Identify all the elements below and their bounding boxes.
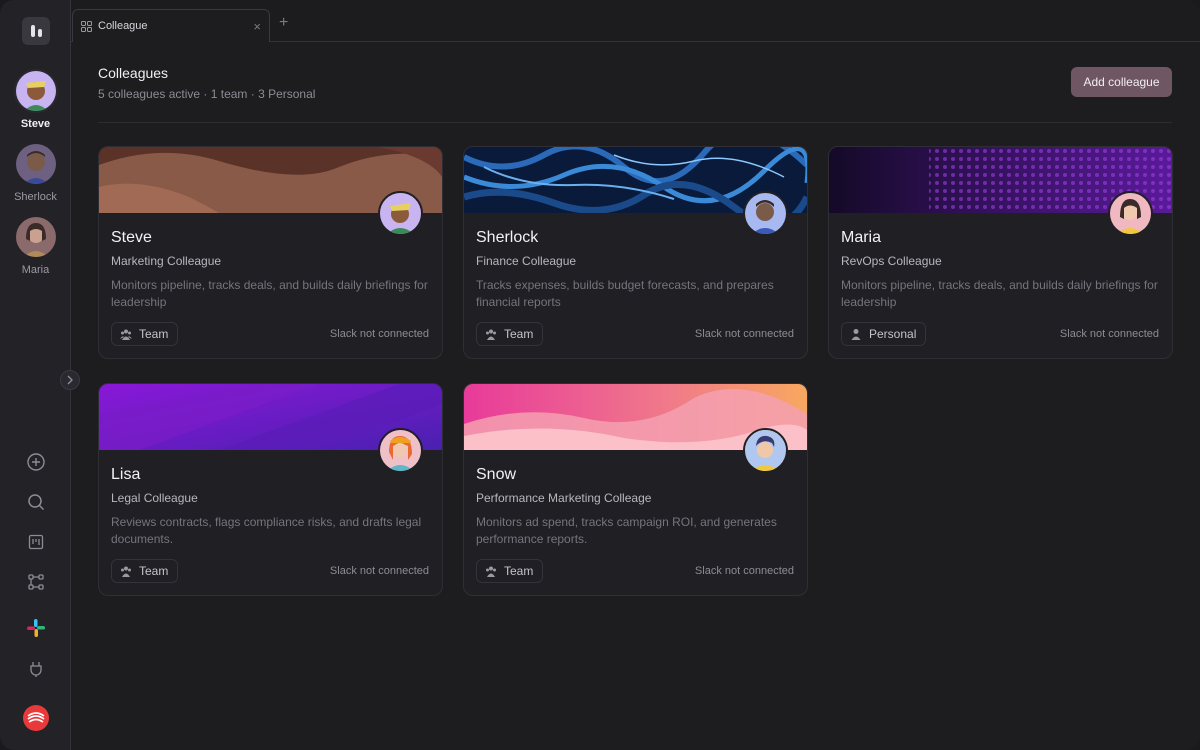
tab-label: Colleague (98, 20, 148, 32)
scope-badge: Personal (841, 322, 927, 346)
avatar (378, 428, 423, 473)
main-content: Colleagues 5 colleagues active · 1 team … (71, 43, 1200, 750)
person-icon (851, 329, 861, 340)
add-tab-button[interactable]: + (279, 14, 288, 32)
rail-agent-label: Sherlock (14, 191, 57, 203)
slack-status: Slack not connected (329, 565, 429, 577)
colleague-name: Sherlock (476, 229, 539, 246)
scope-badge: Team (476, 322, 544, 346)
scope-badge: Team (476, 559, 544, 583)
colleague-description: Monitors pipeline, tracks deals, and bui… (841, 278, 1158, 309)
team-icon (120, 329, 132, 340)
colleague-card-lisa[interactable]: Lisa Legal Colleague Reviews contracts, … (98, 383, 443, 596)
colleague-description: Monitors ad spend, tracks campaign ROI, … (476, 515, 777, 546)
board-icon[interactable] (24, 530, 48, 554)
workflow-icon[interactable] (24, 570, 48, 594)
add-colleague-button[interactable]: Add colleague (1071, 67, 1172, 97)
team-icon (486, 329, 496, 340)
avatar (378, 191, 423, 236)
colleague-description: Tracks expenses, builds budget forecasts… (476, 278, 774, 309)
rail-agent-steve[interactable]: Steve (0, 71, 71, 130)
colleague-name: Lisa (111, 466, 141, 483)
app-logo-icon[interactable] (22, 17, 50, 45)
slack-status: Slack not connected (694, 565, 794, 577)
divider (98, 122, 1172, 123)
colleague-card-maria[interactable]: Maria RevOps Colleague Monitors pipeline… (828, 146, 1173, 359)
tab-bar: Colleague × + (71, 0, 1200, 42)
badge-label: Personal (869, 327, 917, 341)
colleague-card-steve[interactable]: Steve Marketing Colleague Monitors pipel… (98, 146, 443, 359)
brand-logo-icon[interactable] (23, 705, 49, 731)
badge-label: Team (139, 564, 169, 578)
rail-agent-maria[interactable]: Maria (0, 217, 71, 276)
slack-status: Slack not connected (694, 328, 794, 340)
slack-status: Slack not connected (1059, 328, 1159, 340)
colleague-card-snow[interactable]: Snow Performance Marketing Colleage Moni… (463, 383, 808, 596)
avatar (743, 428, 788, 473)
colleague-role: Performance Marketing Colleage (476, 491, 652, 505)
rail-agent-sherlock[interactable]: Sherlock (0, 144, 71, 203)
avatar (1108, 191, 1153, 236)
rail-agent-label: Maria (21, 264, 50, 276)
colleague-role: RevOps Colleague (841, 254, 942, 268)
page-subtitle: 5 colleagues active · 1 team · 3 Persona… (98, 87, 316, 101)
avatar (15, 217, 56, 257)
team-icon (486, 566, 496, 577)
grid-icon (81, 20, 92, 32)
search-icon[interactable] (24, 490, 48, 514)
page-title: Colleagues (98, 65, 169, 81)
tab-colleague[interactable]: Colleague × (72, 9, 270, 42)
badge-label: Team (504, 564, 534, 578)
slack-icon[interactable] (24, 616, 48, 640)
colleague-card-sherlock[interactable]: Sherlock Finance Colleague Tracks expens… (463, 146, 808, 359)
team-icon (121, 566, 131, 577)
rail-agent-label: Steve (20, 118, 51, 130)
close-icon[interactable]: × (253, 19, 261, 34)
colleague-role: Legal Colleague (111, 491, 198, 505)
colleague-name: Snow (476, 466, 517, 483)
app-window: Steve Sherlock Maria Colleague × + Colle… (0, 0, 1200, 750)
badge-label: Team (504, 327, 534, 341)
plug-icon[interactable] (24, 657, 48, 681)
chevron-right-icon (67, 375, 73, 385)
colleague-name: Maria (841, 229, 882, 246)
scope-badge: Team (111, 559, 179, 583)
colleague-description: Reviews contracts, flags compliance risk… (111, 515, 422, 546)
scope-badge: Team (111, 322, 179, 346)
colleague-role: Marketing Colleague (111, 254, 222, 268)
slack-status: Slack not connected (329, 328, 429, 340)
plus-icon[interactable] (24, 450, 48, 474)
avatar (15, 144, 56, 184)
avatar (743, 191, 788, 236)
avatar (15, 71, 56, 111)
collapse-sidebar-button[interactable] (60, 370, 80, 390)
colleague-description: Monitors pipeline, tracks deals, and bui… (111, 278, 428, 309)
badge-label: Team (139, 327, 169, 341)
colleague-name: Steve (111, 229, 152, 246)
colleague-role: Finance Colleague (476, 254, 577, 268)
